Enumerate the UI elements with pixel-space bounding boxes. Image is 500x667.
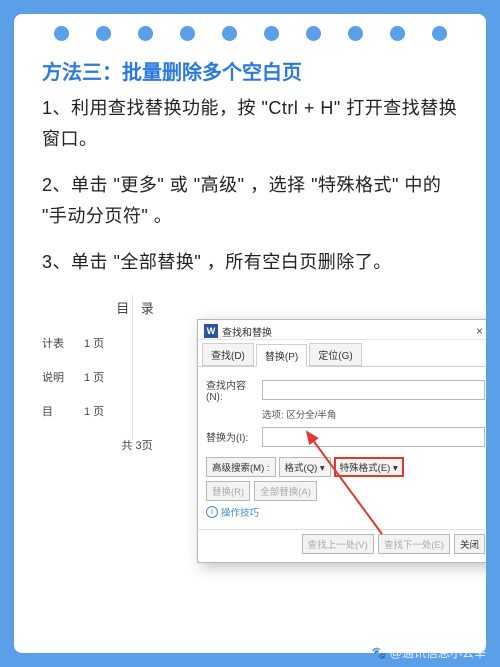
tab-goto[interactable]: 定位(G): [309, 343, 361, 366]
replace-label: 替换为(I):: [206, 429, 262, 444]
replace-input[interactable]: [262, 427, 485, 447]
info-icon: i: [206, 506, 218, 518]
spiral-holes: [14, 26, 486, 41]
tips-link[interactable]: i 操作技巧: [206, 505, 485, 519]
toc-heading: 目 录: [42, 298, 232, 317]
find-prev-button[interactable]: 查找上一处(V): [302, 534, 374, 554]
step-2: 2、单击 "更多" 或 "高级" ，选择 "特殊格式" 中的 "手动分页符" 。: [42, 170, 466, 231]
find-input[interactable]: [262, 380, 485, 400]
find-label: 查找内容(N):: [206, 377, 262, 403]
format-button[interactable]: 格式(Q) ▾: [279, 457, 331, 477]
watermark: 🐾 @通讯信息小公举: [372, 644, 486, 661]
step-3: 3、单击 "全部替换" ，所有空白页删除了。: [42, 247, 466, 278]
close-button[interactable]: 关闭: [454, 534, 485, 554]
dialog-title: 查找和替换: [222, 324, 472, 339]
step-1: 1、利用查找替换功能，按 "Ctrl + H" 打开查找替换窗口。: [42, 93, 466, 154]
tab-find[interactable]: 查找(D): [202, 343, 254, 366]
close-icon[interactable]: ×: [472, 324, 486, 338]
find-replace-dialog: W 查找和替换 × 查找(D) 替换(P) 定位(G) 查找内容(N): 选项:: [197, 319, 486, 563]
options-label: 选项:: [262, 410, 284, 421]
method-title: 方法三：批量删除多个空白页: [42, 56, 466, 85]
replace-all-button[interactable]: 全部替换(A): [254, 481, 317, 501]
find-next-button[interactable]: 查找下一处(E): [378, 534, 450, 554]
tab-replace[interactable]: 替换(P): [256, 344, 307, 367]
more-button[interactable]: 高级搜索(M) :: [206, 457, 276, 477]
word-icon: W: [204, 324, 218, 338]
options-value: 区分全/半角: [286, 410, 336, 421]
replace-one-button[interactable]: 替换(R): [206, 481, 250, 501]
special-format-button[interactable]: 特殊格式(E) ▾: [334, 457, 404, 477]
